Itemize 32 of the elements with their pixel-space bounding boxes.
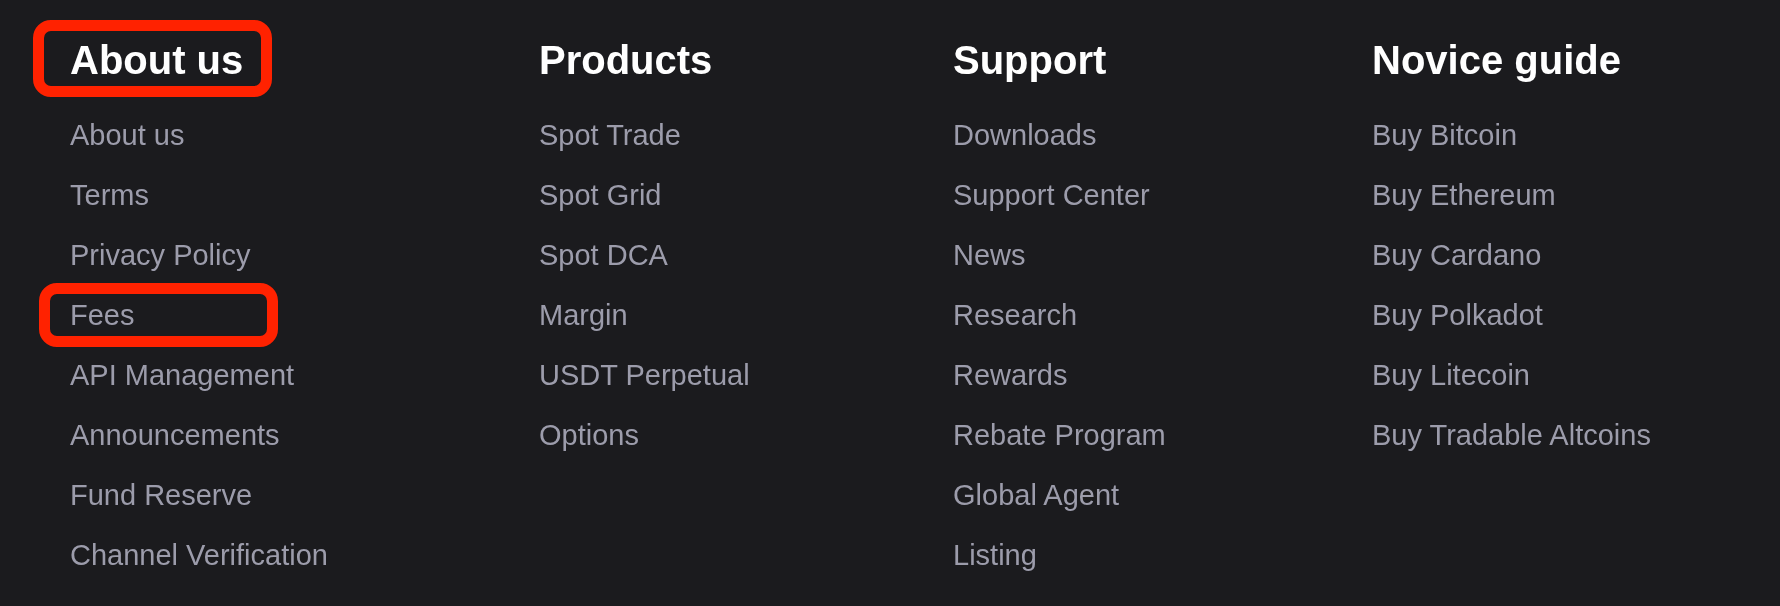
- footer-link[interactable]: Buy Polkadot: [1372, 285, 1543, 345]
- footer-link[interactable]: Buy Litecoin: [1372, 345, 1530, 405]
- footer-link[interactable]: Terms: [70, 165, 149, 225]
- footer-link[interactable]: Buy Tradable Altcoins: [1372, 405, 1651, 465]
- footer-link[interactable]: Fees: [70, 285, 135, 345]
- column-heading: Products: [539, 37, 713, 84]
- footer-link[interactable]: Options: [539, 405, 639, 465]
- footer-link[interactable]: USDT Perpetual: [539, 345, 750, 405]
- footer-link[interactable]: Rewards: [953, 345, 1068, 405]
- footer-link[interactable]: Spot Grid: [539, 165, 662, 225]
- footer-link[interactable]: Buy Bitcoin: [1372, 105, 1518, 165]
- footer-link[interactable]: API Management: [70, 345, 295, 405]
- footer-link[interactable]: Support Center: [953, 165, 1150, 225]
- footer-link[interactable]: Spot DCA: [539, 225, 668, 285]
- footer-link[interactable]: Research: [953, 285, 1078, 345]
- footer-link[interactable]: Announcements: [70, 405, 280, 465]
- footer-link[interactable]: Downloads: [953, 105, 1097, 165]
- footer-link[interactable]: Buy Cardano: [1372, 225, 1542, 285]
- column-heading: Novice guide: [1372, 37, 1621, 84]
- column-heading: Support: [953, 37, 1107, 84]
- footer-link[interactable]: About us: [70, 105, 185, 165]
- footer-link[interactable]: Global Agent: [953, 465, 1120, 525]
- footer-link[interactable]: Buy Ethereum: [1372, 165, 1556, 225]
- footer-link[interactable]: Channel Verification: [70, 525, 328, 585]
- footer-link[interactable]: Fund Reserve: [70, 465, 253, 525]
- footer-link[interactable]: Listing: [953, 525, 1037, 585]
- footer-link[interactable]: Margin: [539, 285, 628, 345]
- footer-link[interactable]: News: [953, 225, 1026, 285]
- footer-link[interactable]: Spot Trade: [539, 105, 681, 165]
- column-heading: About us: [70, 37, 244, 84]
- footer-link[interactable]: Privacy Policy: [70, 225, 251, 285]
- footer-link[interactable]: Rebate Program: [953, 405, 1166, 465]
